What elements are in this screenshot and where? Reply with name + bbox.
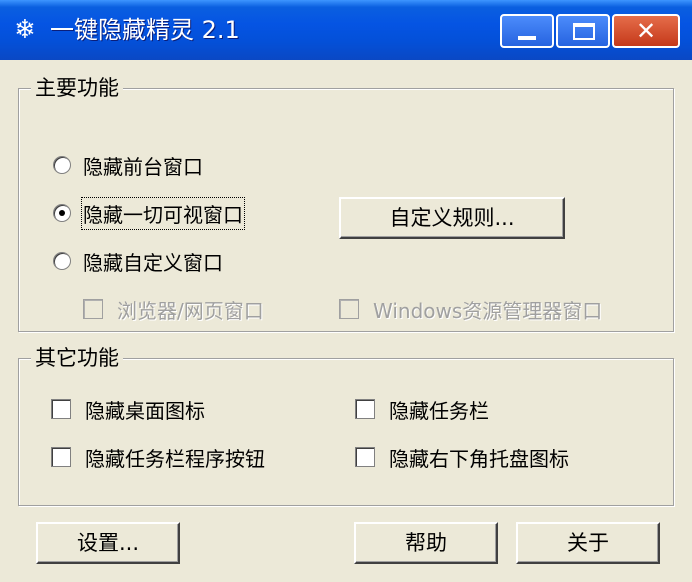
main-functions-group: 主要功能 隐藏前台窗口 隐藏一切可视窗口 隐藏自定义窗口 自定义规则... 浏览… bbox=[18, 73, 674, 332]
checkbox[interactable] bbox=[51, 399, 71, 419]
close-icon: ✕ bbox=[635, 17, 657, 45]
radio-label: 隐藏一切可视窗口 bbox=[81, 196, 245, 230]
check-explorer-window[interactable]: Windows资源管理器窗口 bbox=[339, 293, 602, 325]
checkbox-label: 隐藏桌面图标 bbox=[85, 398, 205, 423]
checkbox[interactable] bbox=[51, 447, 71, 467]
help-button[interactable]: 帮助 bbox=[354, 522, 498, 564]
checkbox-label: 隐藏任务栏程序按钮 bbox=[85, 446, 265, 471]
checkbox[interactable] bbox=[355, 399, 375, 419]
check-hide-taskbar[interactable]: 隐藏任务栏 bbox=[355, 393, 489, 425]
about-button[interactable]: 关于 bbox=[516, 522, 660, 564]
check-hide-tray-icons[interactable]: 隐藏右下角托盘图标 bbox=[355, 441, 569, 473]
minimize-button[interactable] bbox=[500, 14, 554, 48]
other-functions-group: 其它功能 隐藏桌面图标 隐藏任务栏 隐藏任务栏程序按钮 隐藏右下角托盘图标 bbox=[18, 343, 674, 506]
snowflake-icon: ❄ bbox=[14, 15, 36, 45]
checkbox[interactable] bbox=[83, 299, 103, 319]
minimize-icon bbox=[518, 36, 536, 40]
radio-label: 隐藏自定义窗口 bbox=[83, 250, 223, 275]
checkbox-label: 隐藏任务栏 bbox=[389, 398, 489, 423]
other-functions-title: 其它功能 bbox=[31, 343, 123, 373]
close-button[interactable]: ✕ bbox=[612, 14, 680, 48]
checkbox-label: 隐藏右下角托盘图标 bbox=[389, 446, 569, 471]
radio-hide-all-visible[interactable]: 隐藏一切可视窗口 bbox=[53, 196, 245, 230]
radio-button[interactable] bbox=[53, 252, 71, 270]
check-browser-window[interactable]: 浏览器/网页窗口 bbox=[83, 293, 264, 325]
maximize-icon bbox=[573, 23, 595, 40]
checkbox[interactable] bbox=[339, 299, 359, 319]
window-title: 一键隐藏精灵 2.1 bbox=[50, 16, 240, 44]
checkbox-label: 浏览器/网页窗口 bbox=[117, 298, 264, 323]
check-hide-taskbar-buttons[interactable]: 隐藏任务栏程序按钮 bbox=[51, 441, 265, 473]
checkbox-label: Windows资源管理器窗口 bbox=[373, 298, 603, 323]
dialog-body: 主要功能 隐藏前台窗口 隐藏一切可视窗口 隐藏自定义窗口 自定义规则... 浏览… bbox=[0, 60, 692, 582]
custom-rules-button[interactable]: 自定义规则... bbox=[339, 197, 565, 239]
radio-hide-custom[interactable]: 隐藏自定义窗口 bbox=[53, 245, 223, 277]
settings-button[interactable]: 设置... bbox=[36, 522, 180, 564]
radio-button[interactable] bbox=[53, 204, 71, 222]
main-functions-title: 主要功能 bbox=[31, 73, 123, 103]
check-hide-desktop-icons[interactable]: 隐藏桌面图标 bbox=[51, 393, 205, 425]
radio-label: 隐藏前台窗口 bbox=[83, 154, 203, 179]
radio-hide-foreground[interactable]: 隐藏前台窗口 bbox=[53, 149, 203, 181]
maximize-button[interactable] bbox=[556, 14, 610, 48]
title-bar[interactable]: ❄ 一键隐藏精灵 2.1 ✕ bbox=[0, 0, 692, 60]
checkbox[interactable] bbox=[355, 447, 375, 467]
radio-button[interactable] bbox=[53, 156, 71, 174]
